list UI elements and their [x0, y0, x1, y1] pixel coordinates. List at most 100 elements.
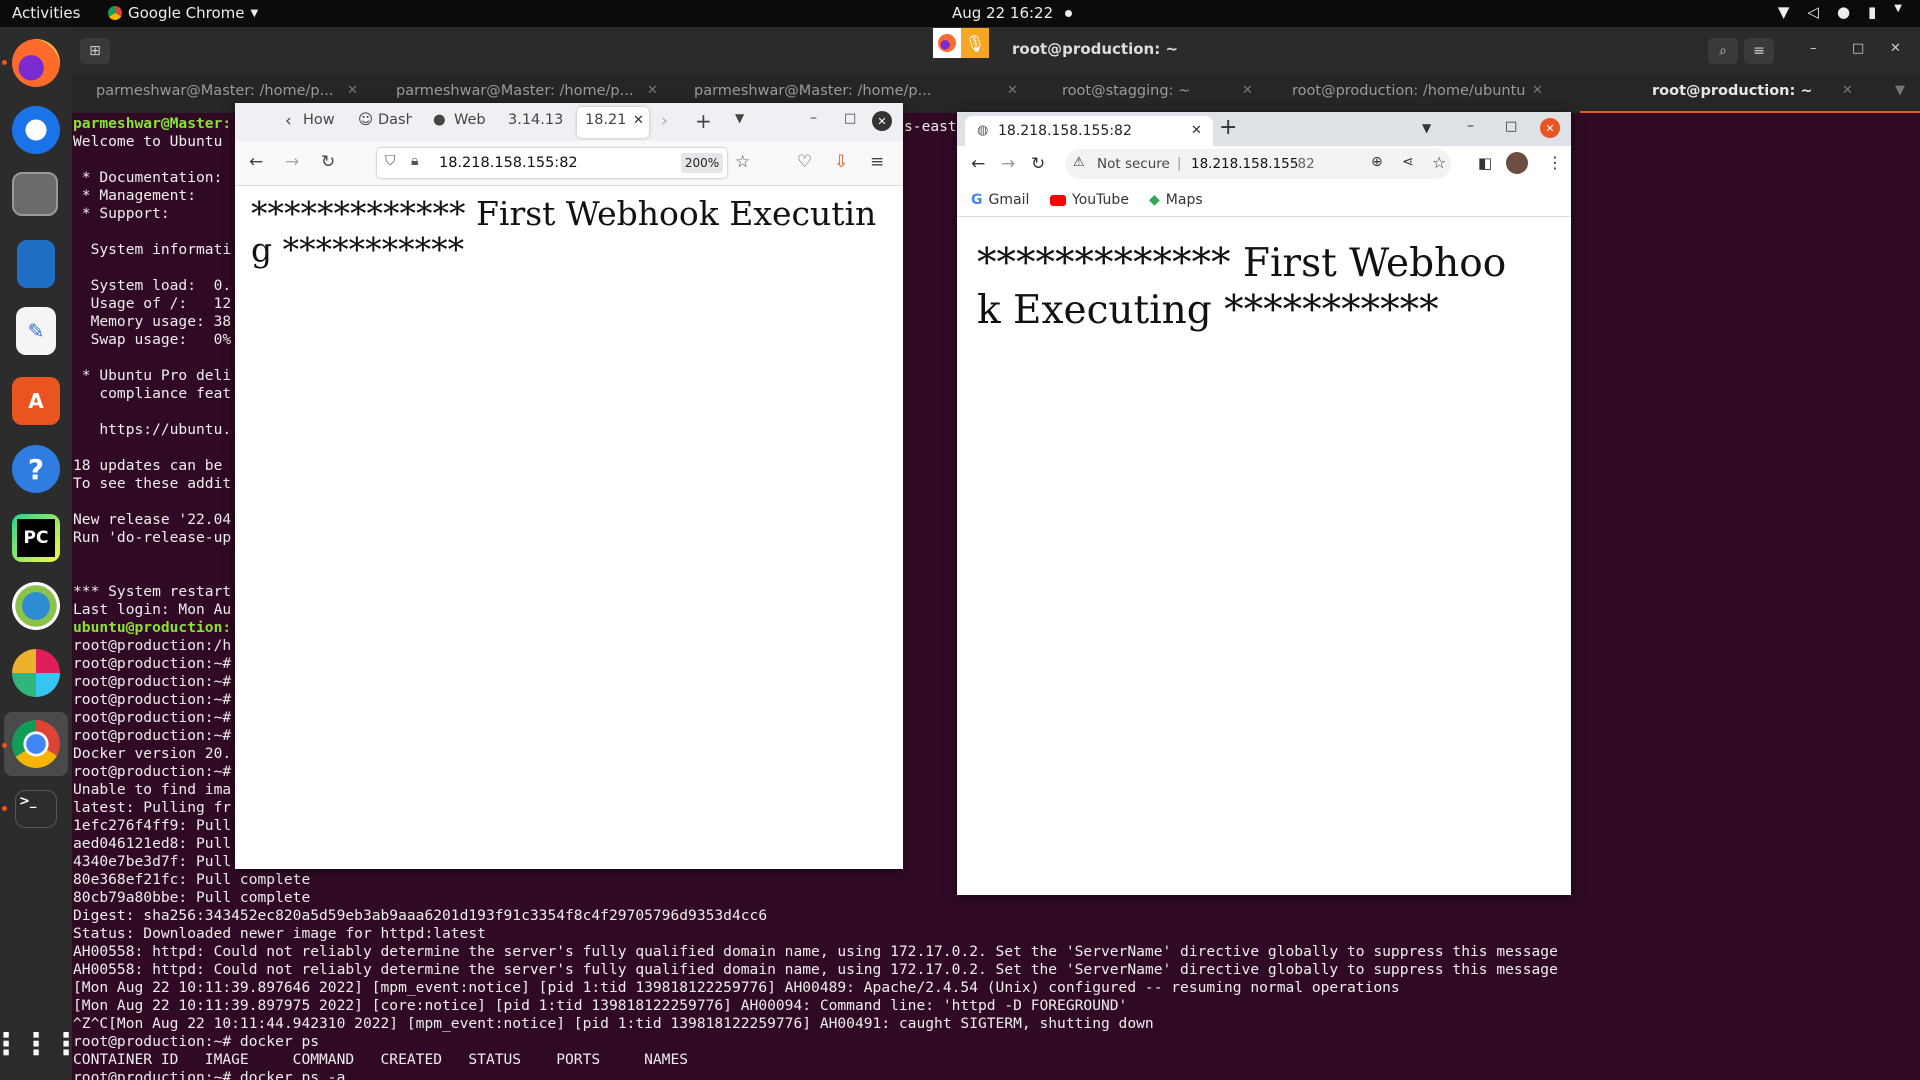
- hamburger-menu-icon[interactable]: ≡: [870, 152, 884, 172]
- firefox-tab[interactable]: Dash: [378, 112, 412, 128]
- close-button[interactable]: ✕: [872, 111, 892, 131]
- warning-icon: ⚠: [1073, 155, 1085, 170]
- avatar[interactable]: [1506, 152, 1528, 174]
- side-panel-icon[interactable]: ◧: [1478, 154, 1492, 172]
- new-tab-icon[interactable]: +: [1219, 115, 1237, 140]
- terminal-tab-active[interactable]: root@production: ~: [1652, 83, 1812, 99]
- active-tab-indicator: [1580, 111, 1920, 113]
- firefox-tab[interactable]: Web: [454, 112, 486, 128]
- tab-search-icon[interactable]: ▼: [1422, 121, 1431, 135]
- minimize-button[interactable]: –: [1810, 41, 1817, 56]
- url-port: :82: [1293, 156, 1315, 172]
- screen-recorder-indicator[interactable]: 🎙︎: [933, 28, 989, 58]
- list-all-tabs-icon[interactable]: ▼: [735, 111, 744, 125]
- close-tab-icon[interactable]: ✕: [1191, 123, 1202, 138]
- writer-icon[interactable]: [17, 240, 55, 288]
- terminal-tab[interactable]: parmeshwar@Master: /home/p...: [694, 83, 931, 99]
- close-button[interactable]: ✕: [1890, 41, 1901, 56]
- microphone-icon: 🎙︎: [961, 28, 989, 58]
- maximize-button[interactable]: □: [1505, 119, 1517, 134]
- terminal-tab[interactable]: parmeshwar@Master: /home/p...: [396, 83, 633, 99]
- thunderbird-icon[interactable]: [12, 106, 60, 154]
- kebab-menu-icon[interactable]: ⋮: [1547, 153, 1563, 172]
- close-tab-icon[interactable]: ✕: [1532, 83, 1543, 98]
- activities-button[interactable]: Activities: [12, 4, 80, 22]
- microphone-icon: ●: [1836, 3, 1851, 21]
- maximize-button[interactable]: □: [844, 111, 856, 126]
- firefox-tab[interactable]: How: [303, 112, 337, 128]
- firefox-icon[interactable]: [12, 39, 60, 87]
- terminal-headerbar: ⊞ root@production: ~ ⌕ ≡ – □ ✕: [72, 27, 1920, 73]
- volume-icon: ◁: [1807, 3, 1819, 21]
- chrome-tab-active[interactable]: ◍ 18.218.158.155:82 ✕: [965, 116, 1213, 146]
- slack-icon[interactable]: [12, 649, 60, 697]
- bookmark-label: Maps: [1165, 192, 1203, 208]
- chrome-dock-item[interactable]: [4, 712, 68, 776]
- firefox-tab[interactable]: 3.14.13: [508, 112, 563, 128]
- reload-icon[interactable]: ↻: [321, 152, 335, 172]
- search-button[interactable]: ⌕: [1708, 38, 1738, 64]
- tab-scroll-left-icon[interactable]: ‹: [285, 111, 292, 131]
- terminal-icon[interactable]: >_: [15, 790, 57, 828]
- hamburger-menu-button[interactable]: ≡: [1744, 38, 1774, 64]
- show-apps-icon[interactable]: ⋮⋮⋮: [0, 1020, 81, 1068]
- tabs-dropdown-icon[interactable]: ▼: [1895, 83, 1905, 98]
- terminal-tab[interactable]: root@stagging: ~: [1062, 83, 1190, 99]
- pycharm-label: PC: [17, 519, 55, 557]
- pocket-icon[interactable]: ♡: [797, 152, 812, 172]
- forward-icon[interactable]: →: [285, 152, 299, 172]
- clock[interactable]: Aug 22 16:22: [952, 4, 1073, 22]
- close-tab-icon[interactable]: ✕: [633, 113, 644, 128]
- url-text: 18.218.158.155:82: [439, 155, 578, 171]
- text-editor-icon[interactable]: ✎: [16, 307, 56, 355]
- minimize-button[interactable]: –: [1467, 118, 1474, 134]
- bookmark-star-icon[interactable]: ☆: [1432, 153, 1446, 172]
- chrome-window[interactable]: ◍ 18.218.158.155:82 ✕ + ▼ – □ ✕ ← → ↻ ⚠ …: [957, 112, 1571, 895]
- chrome-tab-strip: ◍ 18.218.158.155:82 ✕ + ▼ – □ ✕: [957, 112, 1571, 146]
- pycharm-icon[interactable]: PC: [12, 514, 60, 562]
- chrome-omnibox[interactable]: ⚠ Not secure | 18.218.158.155 :82 ⊕ ⋖ ☆: [1065, 149, 1451, 179]
- zoom-icon[interactable]: ⊕: [1371, 154, 1383, 170]
- wifi-icon: ▼: [1777, 3, 1790, 21]
- new-tab-button[interactable]: ⊞: [80, 38, 110, 64]
- maximize-button[interactable]: □: [1852, 41, 1864, 56]
- close-tab-icon[interactable]: ✕: [1842, 83, 1853, 98]
- app-menu[interactable]: Google Chrome ▼: [108, 4, 258, 22]
- new-tab-icon[interactable]: +: [695, 109, 712, 133]
- bookmark-youtube[interactable]: YouTube: [1050, 192, 1129, 208]
- terminal-tab[interactable]: root@production: /home/ubuntu: [1292, 83, 1525, 99]
- chevron-down-icon: ▼: [1894, 3, 1902, 14]
- share-icon[interactable]: ⋖: [1402, 154, 1414, 170]
- close-tab-icon[interactable]: ✕: [1007, 83, 1018, 98]
- firefox-url-bar[interactable]: ⛉ 🔒︎ 18.218.158.155:82 200% ☆: [377, 148, 750, 178]
- back-icon[interactable]: ←: [249, 152, 263, 172]
- files-icon[interactable]: [12, 172, 58, 216]
- app-center-icon[interactable]: A: [12, 377, 60, 425]
- reload-icon[interactable]: ↻: [1031, 154, 1045, 174]
- close-tab-icon[interactable]: ✕: [1242, 83, 1253, 98]
- bookmark-star-icon[interactable]: ☆: [735, 152, 750, 172]
- close-button[interactable]: ✕: [1540, 118, 1560, 138]
- zoom-indicator[interactable]: 200%: [681, 153, 723, 173]
- tab-scroll-right-icon[interactable]: ›: [661, 111, 668, 131]
- terminal-tab[interactable]: parmeshwar@Master: /home/p...: [96, 83, 333, 99]
- running-indicator: [2, 806, 7, 811]
- bookmark-gmail[interactable]: G Gmail: [971, 192, 1029, 208]
- firefox-tab-active[interactable]: 18.21 ✕: [577, 107, 649, 138]
- not-secure-label[interactable]: Not secure: [1097, 156, 1170, 172]
- downloads-icon[interactable]: ⇩: [834, 152, 848, 172]
- remmina-icon[interactable]: [12, 582, 60, 630]
- minimize-button[interactable]: –: [810, 110, 817, 126]
- firefox-window[interactable]: ‹ How ☺ Dash ● Web 3.14.13 18.21 ✕ › + ▼…: [235, 103, 903, 869]
- bookmark-maps[interactable]: ◆ Maps: [1149, 192, 1203, 208]
- close-tab-icon[interactable]: ✕: [347, 83, 358, 98]
- system-tray[interactable]: ▼ ◁ ● ▮ ▼: [1778, 3, 1902, 21]
- forward-icon[interactable]: →: [1001, 154, 1015, 174]
- terminal-fragment: s-east: [904, 118, 957, 135]
- chrome-page-content: ************* First Webhook Executing **…: [957, 217, 1571, 895]
- firefox-nav-bar: ← → ↻ ⛉ 🔒︎ 18.218.158.155:82 200% ☆ ♡ ⇩ …: [235, 141, 903, 186]
- bookmarks-bar: G Gmail YouTube ◆ Maps: [957, 184, 1571, 217]
- close-tab-icon[interactable]: ✕: [647, 83, 658, 98]
- back-icon[interactable]: ←: [971, 154, 985, 174]
- help-icon[interactable]: ?: [12, 445, 60, 493]
